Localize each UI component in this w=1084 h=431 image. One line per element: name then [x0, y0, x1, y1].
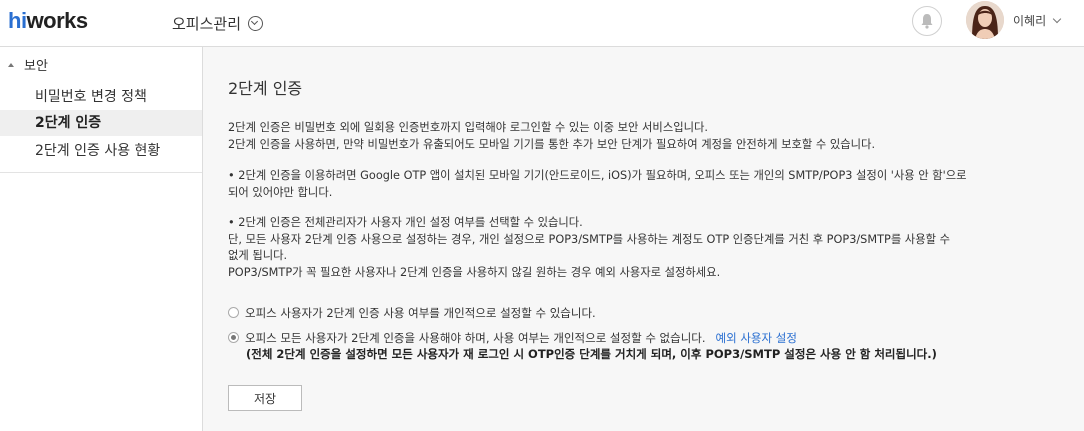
sidebar-item-label: 2단계 인증	[35, 115, 102, 131]
option-all-users-required-label: 오피스 모든 사용자가 2단계 인증을 사용해야 하며, 사용 여부는 개인적으…	[245, 331, 706, 345]
user-menu[interactable]: 이혜리	[1013, 12, 1062, 29]
bell-icon	[921, 14, 933, 29]
logo-hi: hi	[8, 8, 27, 33]
user-name: 이혜리	[1013, 14, 1047, 28]
sidebar-item-label: 비밀번호 변경 정책	[35, 89, 147, 105]
chevron-down-circle-icon	[248, 15, 264, 31]
description-intro: 2단계 인증은 비밀번호 외에 일회용 인증번호까지 입력해야 로그인할 수 있…	[228, 121, 876, 151]
main-content: 2단계 인증 2단계 인증은 비밀번호 외에 일회용 인증번호까지 입력해야 로…	[203, 47, 1084, 431]
page-title: 2단계 인증	[228, 79, 303, 98]
description-requirements: • 2단계 인증을 이용하려면 Google OTP 앱이 설치된 모바일 기기…	[228, 169, 967, 199]
avatar[interactable]	[966, 1, 1004, 39]
option-all-users-required[interactable]: 오피스 모든 사용자가 2단계 인증을 사용해야 하며, 사용 여부는 개인적으…	[228, 330, 797, 346]
top-header: hiworks 오피스관리 이혜리	[0, 0, 1084, 47]
exception-user-setting-link[interactable]: 예외 사용자 설정	[716, 330, 797, 346]
notification-button[interactable]	[912, 6, 942, 36]
sidebar-item-password-policy[interactable]: 비밀번호 변경 정책	[0, 84, 202, 110]
option-personal-setting[interactable]: 오피스 사용자가 2단계 인증 사용 여부를 개인적으로 설정할 수 있습니다.	[228, 305, 596, 321]
option-warning-note: (전체 2단계 인증을 설정하면 모든 사용자가 재 로그인 시 OTP인증 단…	[246, 347, 937, 361]
logo-works: works	[26, 8, 89, 33]
sidebar: 보안 비밀번호 변경 정책 2단계 인증 2단계 인증 사용 현황	[0, 47, 203, 431]
sidebar-item-two-factor[interactable]: 2단계 인증	[0, 110, 202, 136]
radio-personal-setting[interactable]	[228, 307, 239, 318]
option-personal-setting-label: 오피스 사용자가 2단계 인증 사용 여부를 개인적으로 설정할 수 있습니다.	[245, 306, 596, 320]
sidebar-group-label: 보안	[24, 59, 48, 74]
sidebar-group-security[interactable]: 보안	[8, 55, 48, 74]
sidebar-divider	[0, 172, 202, 173]
save-button[interactable]: 저장	[228, 385, 302, 411]
hiworks-logo[interactable]: hiworks	[8, 8, 88, 34]
chevron-down-icon	[1052, 14, 1062, 24]
sidebar-item-label: 2단계 인증 사용 현황	[35, 143, 161, 159]
sidebar-item-two-factor-usage[interactable]: 2단계 인증 사용 현황	[0, 138, 202, 164]
radio-all-users-required[interactable]	[228, 332, 239, 343]
app-menu-label: 오피스관리	[172, 14, 242, 33]
app-menu-dropdown[interactable]: 오피스관리	[172, 11, 264, 35]
collapse-triangle-icon	[8, 62, 14, 67]
description-admin-setting: • 2단계 인증은 전체관리자가 사용자 개인 설정 여부를 선택할 수 있습니…	[228, 216, 950, 279]
